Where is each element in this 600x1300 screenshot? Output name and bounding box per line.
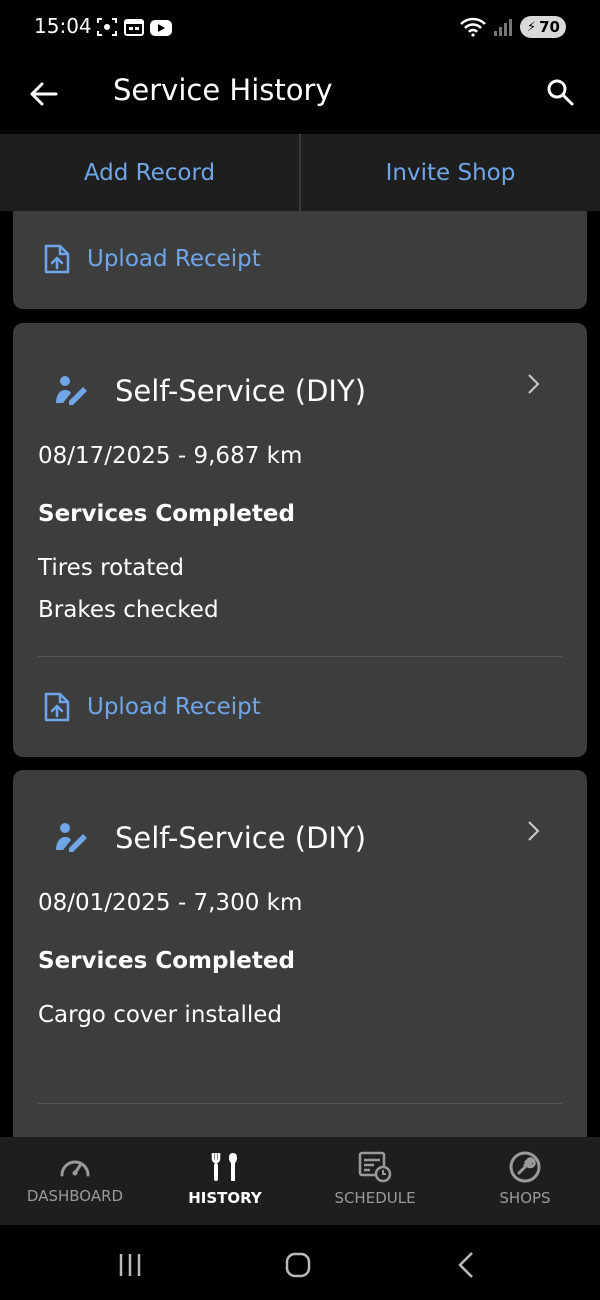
nav-label: SCHEDULE bbox=[334, 1189, 416, 1207]
home-icon bbox=[285, 1252, 311, 1278]
recent-apps-icon bbox=[119, 1254, 141, 1276]
screenshot-icon bbox=[97, 18, 117, 36]
service-item: Tires rotated bbox=[38, 555, 185, 581]
upload-receipt-button[interactable]: Upload Receipt bbox=[43, 691, 261, 723]
status-bar: 15:04 ⚡ 70 bbox=[0, 0, 600, 56]
nav-history[interactable]: HISTORY bbox=[150, 1137, 300, 1225]
bottom-navigation: DASHBOARD HISTORY SCHEDULE SHOPS bbox=[0, 1137, 600, 1225]
services-completed-heading: Services Completed bbox=[38, 501, 295, 527]
record-title: Self-Service (DIY) bbox=[115, 821, 367, 855]
system-status-icons: ⚡ 70 bbox=[460, 16, 566, 38]
service-record-list[interactable]: Upload Receipt Self-Service (DIY) 08/17/… bbox=[0, 211, 600, 1137]
page-title: Service History bbox=[113, 73, 333, 107]
service-item: Cargo cover installed bbox=[38, 1002, 283, 1028]
action-bar: Add Record Invite Shop bbox=[0, 134, 600, 211]
notification-icons bbox=[96, 17, 172, 37]
services-completed-heading: Services Completed bbox=[38, 948, 295, 974]
app-bar: Service History bbox=[0, 56, 600, 134]
add-record-button[interactable]: Add Record bbox=[0, 134, 299, 211]
upload-file-icon bbox=[44, 244, 70, 274]
battery-level: 70 bbox=[539, 18, 560, 36]
record-title: Self-Service (DIY) bbox=[115, 374, 367, 408]
invite-shop-button[interactable]: Invite Shop bbox=[301, 134, 600, 211]
nav-shops[interactable]: SHOPS bbox=[450, 1137, 600, 1225]
upload-receipt-label: Upload Receipt bbox=[87, 246, 261, 272]
nav-label: SHOPS bbox=[499, 1189, 551, 1207]
charging-icon: ⚡ bbox=[526, 19, 537, 35]
record-date-mileage: 08/01/2025 - 7,300 km bbox=[38, 890, 303, 916]
calendar-icon bbox=[124, 19, 144, 36]
service-record-card[interactable]: Self-Service (DIY) 08/17/2025 - 9,687 km… bbox=[13, 323, 587, 757]
upload-receipt-label: Upload Receipt bbox=[87, 694, 261, 720]
diy-person-icon bbox=[56, 823, 87, 852]
tools-icon bbox=[211, 1153, 237, 1181]
record-date-mileage: 08/17/2025 - 9,687 km bbox=[38, 443, 303, 469]
service-record-card[interactable]: Self-Service (DIY) 08/01/2025 - 7,300 km… bbox=[13, 770, 587, 1137]
card-divider bbox=[38, 656, 562, 657]
system-back-button[interactable] bbox=[448, 1247, 484, 1283]
wrench-circle-icon bbox=[509, 1151, 541, 1183]
diy-person-icon bbox=[56, 376, 87, 405]
arrow-left-icon bbox=[30, 82, 58, 106]
chevron-right-icon[interactable] bbox=[527, 820, 541, 842]
schedule-icon bbox=[358, 1151, 392, 1183]
chevron-left-icon bbox=[458, 1252, 473, 1278]
upload-receipt-button[interactable]: Upload Receipt bbox=[43, 243, 261, 275]
nav-dashboard[interactable]: DASHBOARD bbox=[0, 1137, 150, 1225]
home-button[interactable] bbox=[280, 1247, 316, 1283]
battery-indicator: ⚡ 70 bbox=[520, 16, 566, 38]
record-header: Self-Service (DIY) bbox=[53, 820, 366, 856]
nav-schedule[interactable]: SCHEDULE bbox=[300, 1137, 450, 1225]
signal-icon bbox=[494, 18, 512, 36]
youtube-icon bbox=[150, 20, 172, 36]
chevron-right-icon[interactable] bbox=[527, 373, 541, 395]
nav-label: HISTORY bbox=[188, 1189, 262, 1207]
card-divider bbox=[38, 1103, 562, 1104]
status-time: 15:04 bbox=[34, 14, 92, 38]
system-navigation-bar bbox=[0, 1225, 600, 1300]
speedometer-icon bbox=[60, 1160, 90, 1177]
search-icon bbox=[547, 79, 574, 106]
search-button[interactable] bbox=[542, 74, 578, 110]
wifi-icon bbox=[460, 17, 486, 37]
record-header: Self-Service (DIY) bbox=[53, 373, 366, 409]
back-button[interactable] bbox=[26, 76, 62, 112]
service-item: Brakes checked bbox=[38, 597, 219, 623]
upload-file-icon bbox=[44, 692, 70, 722]
nav-label: DASHBOARD bbox=[26, 1187, 124, 1205]
service-record-card[interactable]: Upload Receipt bbox=[13, 211, 587, 309]
recent-apps-button[interactable] bbox=[112, 1247, 148, 1283]
